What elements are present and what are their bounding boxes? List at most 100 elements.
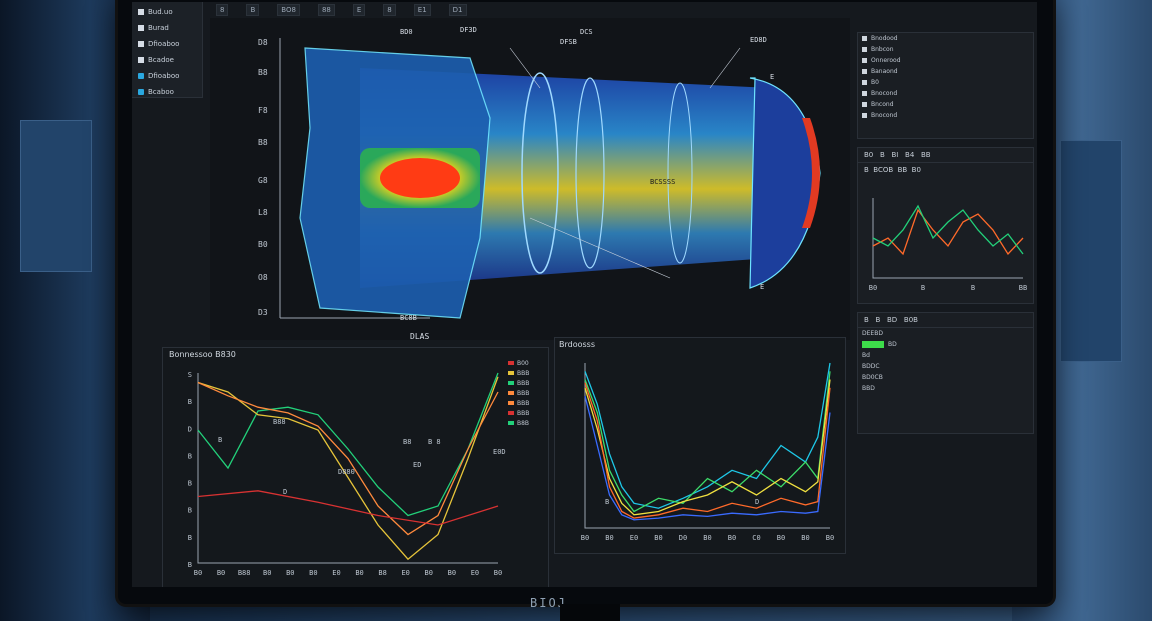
node-icon <box>862 58 867 63</box>
x-tick-label: B0 <box>194 569 202 577</box>
legend-swatch <box>508 381 514 385</box>
y-tick-label: B <box>188 480 192 488</box>
background-machine <box>20 120 92 272</box>
legend-item[interactable]: BBB <box>508 398 529 408</box>
tree-row[interactable]: Banaond <box>858 66 1033 77</box>
legend-item[interactable]: B8B <box>508 418 529 428</box>
chart-annotation: ED <box>413 461 422 469</box>
property-row[interactable]: BD0CB <box>858 372 1033 383</box>
tree-item[interactable]: Dfioaboo <box>132 69 202 82</box>
file-icon <box>138 8 144 15</box>
series-line-0 <box>197 372 499 517</box>
x-tick-label: B8 <box>378 569 386 577</box>
x-tick-label: B0 <box>425 569 433 577</box>
tree-item[interactable]: Dfioaboo <box>132 37 202 50</box>
middle-chart-panel: Brdoosss B0 B0 E0 B0 D0 B0 B0 C0 B0 B0 B0 B D <box>554 337 846 554</box>
toolbar-button[interactable]: BO8 <box>277 4 300 16</box>
toolbar-button[interactable]: E <box>352 4 366 16</box>
panel-subheader: B BCOB BB B0 <box>864 166 921 174</box>
chart-annotation: B88 <box>273 418 286 426</box>
toolbar-button[interactable]: D1 <box>448 4 467 16</box>
x-tick-label: BB <box>1019 284 1027 292</box>
3d-model-render <box>279 38 821 319</box>
x-tick-label: E0 <box>471 569 479 577</box>
legend-swatch <box>508 391 514 395</box>
toolbar-button[interactable]: B <box>246 4 260 16</box>
chart-annotation: B8 <box>403 438 412 446</box>
file-icon <box>138 40 144 47</box>
property-row[interactable]: BBD <box>858 383 1033 394</box>
tree-row[interactable]: B0 <box>858 77 1033 88</box>
legend-item[interactable]: B00 <box>508 358 529 368</box>
y-tick-label: G8 <box>258 176 268 185</box>
tree-row[interactable]: Onnerood <box>858 55 1033 66</box>
series-line-3 <box>584 382 831 519</box>
toolbar-button[interactable]: 88 <box>317 4 335 16</box>
node-icon <box>862 113 867 118</box>
annotation-label: E <box>770 73 775 81</box>
y-tick-label: B8 <box>258 138 268 147</box>
x-tick-label: B <box>921 284 925 292</box>
node-icon <box>862 47 867 52</box>
chart-annotation: B <box>605 498 610 506</box>
x-tick-label: B0 <box>654 534 662 542</box>
left-chart-legend: B00 BBB BBB BBB BBB BBB B8B <box>508 358 529 428</box>
annotation-label: DCS <box>580 28 593 36</box>
3d-viewport[interactable]: D8 B8 F8 B8 G8 L8 B0 O8 D3 DF3D DFSB ED8… <box>210 18 850 341</box>
node-icon <box>862 36 867 41</box>
tree-row[interactable]: Bnocond <box>858 88 1033 99</box>
tree-row[interactable]: Bnbcon <box>858 44 1033 55</box>
x-tick-label: E0 <box>401 569 409 577</box>
toolbar-button[interactable]: E1 <box>413 4 431 16</box>
legend-item[interactable]: BBB <box>508 378 529 388</box>
chart-annotation: D880 <box>338 468 355 476</box>
y-tick-label: B <box>188 398 192 406</box>
legend-item[interactable]: BBB <box>508 388 529 398</box>
toolbar: 8 B BO8 88 E 8 E1 D1 <box>210 2 856 18</box>
file-tree: Bud.uo Burad Dfioaboo Bcadoe Dfioaboo Bc… <box>132 2 203 98</box>
left-chart-panel: Bonnessoo B830 B0 B0 B88 B0 B0 B0 E0 B0 B8 E0 B0 B0… <box>162 347 549 587</box>
legend-swatch <box>508 361 514 365</box>
series-line-2 <box>197 381 499 536</box>
x-tick-label: B0 <box>869 284 877 292</box>
y-tick-label: B0 <box>258 240 268 249</box>
toolbar-button[interactable]: 8 <box>216 4 229 16</box>
chart-annotation: B 8 <box>428 438 441 446</box>
tree-row[interactable]: Bncond <box>858 99 1033 110</box>
series-line-0 <box>872 208 1024 256</box>
right-chart-panel: B0 B BI B4 BB B BCOB BB B0 B0 B B BB <box>857 147 1034 304</box>
screen: Bud.uo Burad Dfioaboo Bcadoe Dfioaboo Bc… <box>132 2 1037 587</box>
tree-item[interactable]: Bcaboo <box>132 85 202 98</box>
tree-item[interactable]: Bcadoe <box>132 53 202 66</box>
tree-item[interactable]: Burad <box>132 21 202 34</box>
x-tick-label: B0 <box>263 569 271 577</box>
node-icon <box>862 80 867 85</box>
property-row[interactable]: BD <box>858 339 1033 350</box>
tree-item[interactable]: Bud.uo <box>132 5 202 18</box>
status-bar <box>862 341 884 348</box>
annotation-label: BD0 <box>400 28 413 36</box>
x-tick-label: B0 <box>801 534 809 542</box>
y-tick-label: B <box>188 561 192 569</box>
monitor: Bud.uo Burad Dfioaboo Bcadoe Dfioaboo Bc… <box>118 0 1053 604</box>
cube-icon <box>138 88 144 95</box>
right-mini-chart: B0 B B BB <box>869 198 1027 292</box>
x-tick-label: B0 <box>703 534 711 542</box>
panel-header: B B BD B0B <box>858 313 1033 328</box>
annotation-label: DFSB <box>560 38 577 46</box>
legend-item[interactable]: BBB <box>508 408 529 418</box>
legend-item[interactable]: BBB <box>508 368 529 378</box>
viewport-label: DLAS <box>410 332 430 341</box>
toolbar-button[interactable]: 8 <box>383 4 396 16</box>
y-tick-label: O8 <box>258 273 268 282</box>
legend-swatch <box>508 401 514 405</box>
property-row[interactable]: BDDC <box>858 361 1033 372</box>
property-row[interactable]: Bd <box>858 350 1033 361</box>
tree-row[interactable]: Bnodood <box>858 33 1033 44</box>
x-tick-label: B0 <box>217 569 225 577</box>
y-tick-label: F8 <box>258 106 268 115</box>
legend-swatch <box>508 411 514 415</box>
tree-row[interactable]: Bnocond <box>858 110 1033 121</box>
x-tick-label: B0 <box>581 534 589 542</box>
file-icon <box>138 24 144 31</box>
